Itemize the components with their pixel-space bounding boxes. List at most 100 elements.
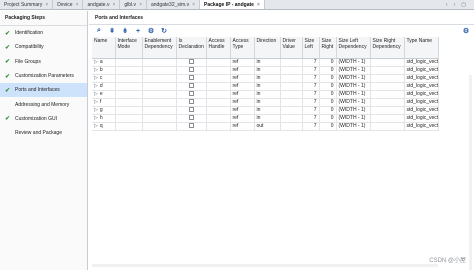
port-name-cell[interactable]: ▷ h [92, 114, 116, 123]
is-declaration-cell[interactable] [176, 90, 207, 99]
enablement-dependency-cell[interactable] [142, 66, 177, 75]
interface-mode-cell[interactable] [115, 82, 143, 91]
size-left-cell[interactable]: 7 [302, 58, 320, 67]
size-left-dependency-cell[interactable]: (WIDTH - 1) [336, 74, 371, 83]
driver-value-cell[interactable] [280, 98, 303, 107]
size-right-dependency-cell[interactable] [370, 106, 405, 115]
type-name-cell[interactable]: std_logic_vector [404, 82, 439, 91]
access-type-cell[interactable]: ref [230, 66, 255, 75]
size-right-cell[interactable]: 0 [319, 74, 337, 83]
size-right-dependency-cell[interactable] [370, 82, 405, 91]
port-name-cell[interactable]: ▷ a [92, 58, 116, 67]
driver-value-cell[interactable] [280, 114, 303, 123]
table-row[interactable]: ▷h ref in 7 0 (WIDTH - 1) std_logic_vector [92, 114, 439, 123]
is-declaration-checkbox[interactable] [188, 107, 194, 113]
access-handle-cell[interactable] [206, 74, 231, 83]
tab-glbl-v[interactable]: glbl.v × [120, 0, 147, 9]
size-right-cell[interactable]: 0 [319, 82, 337, 91]
is-declaration-checkbox[interactable] [188, 59, 194, 65]
size-right-cell[interactable]: 0 [319, 114, 337, 123]
port-name-cell[interactable]: ▷ d [92, 82, 116, 91]
access-handle-cell[interactable] [206, 58, 231, 67]
enablement-dependency-cell[interactable] [142, 82, 177, 91]
size-left-cell[interactable]: 7 [302, 106, 320, 115]
direction-cell[interactable]: in [254, 58, 281, 67]
size-left-dependency-cell[interactable]: (WIDTH - 1) [336, 58, 371, 67]
tab-package-ip[interactable]: Package IP - andgate × [200, 0, 265, 9]
driver-value-cell[interactable] [280, 58, 303, 67]
enablement-dependency-cell[interactable] [142, 114, 177, 123]
is-declaration-cell[interactable] [176, 114, 207, 123]
size-right-dependency-cell[interactable] [370, 66, 405, 75]
access-type-cell[interactable]: ref [230, 82, 255, 91]
column-header-size-left-dependency[interactable]: Size Left Dependency [336, 37, 371, 59]
table-row[interactable]: ▷e ref in 7 0 (WIDTH - 1) std_logic_vector [92, 90, 439, 99]
is-declaration-checkbox[interactable] [188, 83, 194, 89]
access-handle-cell[interactable] [206, 106, 231, 115]
table-row[interactable]: ▷a ref in 7 0 (WIDTH - 1) std_logic_vector [92, 58, 439, 67]
port-name-cell[interactable]: ▷ g [92, 106, 116, 115]
interface-mode-cell[interactable] [115, 98, 143, 107]
type-name-cell[interactable]: std_logic_vector [404, 114, 439, 123]
port-name-cell[interactable]: ▷ f [92, 98, 116, 107]
interface-mode-cell[interactable] [115, 58, 143, 67]
interface-mode-cell[interactable] [115, 122, 143, 131]
restore-icon[interactable]: ▢ [461, 2, 466, 8]
tab-device[interactable]: Device × [53, 0, 84, 9]
size-left-dependency-cell[interactable]: (WIDTH - 1) [336, 122, 371, 131]
type-name-cell[interactable]: std_logic_vector [404, 98, 439, 107]
direction-cell[interactable]: in [254, 90, 281, 99]
enablement-dependency-cell[interactable] [142, 106, 177, 115]
size-left-dependency-cell[interactable]: (WIDTH - 1) [336, 114, 371, 123]
size-right-cell[interactable]: 0 [319, 90, 337, 99]
access-handle-cell[interactable] [206, 66, 231, 75]
tab-project-summary[interactable]: Project Summary × [0, 0, 54, 9]
step-file-groups[interactable]: ✔ File Groups [0, 55, 87, 69]
size-right-dependency-cell[interactable] [370, 74, 405, 83]
step-addressing-and-memory[interactable]: ✔ Addressing and Memory [0, 97, 87, 111]
driver-value-cell[interactable] [280, 90, 303, 99]
size-right-cell[interactable]: 0 [319, 58, 337, 67]
interface-mode-cell[interactable] [115, 66, 143, 75]
size-left-cell[interactable]: 7 [302, 82, 320, 91]
vertical-scrollbar[interactable] [469, 75, 472, 270]
chevron-right-icon[interactable]: › [454, 2, 456, 8]
column-header-size-right-dependency[interactable]: Size Right Dependency [370, 37, 405, 59]
access-handle-cell[interactable] [206, 98, 231, 107]
enablement-dependency-cell[interactable] [142, 58, 177, 67]
table-row[interactable]: ▷g ref in 7 0 (WIDTH - 1) std_logic_vector [92, 106, 439, 115]
access-type-cell[interactable]: ref [230, 58, 255, 67]
direction-cell[interactable]: in [254, 98, 281, 107]
is-declaration-cell[interactable] [176, 98, 207, 107]
search-icon[interactable]: ⌕ [95, 27, 103, 35]
size-right-cell[interactable]: 0 [319, 98, 337, 107]
column-header-access-type[interactable]: Access Type [230, 37, 255, 59]
driver-value-cell[interactable] [280, 66, 303, 75]
size-left-dependency-cell[interactable]: (WIDTH - 1) [336, 106, 371, 115]
size-left-dependency-cell[interactable]: (WIDTH - 1) [336, 66, 371, 75]
column-header-type-name[interactable]: Type Name [404, 37, 439, 59]
type-name-cell[interactable]: std_logic_vector [404, 74, 439, 83]
driver-value-cell[interactable] [280, 106, 303, 115]
table-row[interactable]: ▷q ref out 7 0 (WIDTH - 1) std_logic_vector [92, 122, 439, 131]
table-row[interactable]: ▷c ref in 7 0 (WIDTH - 1) std_logic_vector [92, 74, 439, 83]
is-declaration-checkbox[interactable] [188, 91, 194, 97]
enablement-dependency-cell[interactable] [142, 122, 177, 131]
access-type-cell[interactable]: ref [230, 90, 255, 99]
size-left-cell[interactable]: 7 [302, 66, 320, 75]
size-right-dependency-cell[interactable] [370, 122, 405, 131]
chevron-left-icon[interactable]: ‹ [446, 2, 448, 8]
column-header-size-right[interactable]: Size Right [319, 37, 337, 59]
size-left-cell[interactable]: 7 [302, 90, 320, 99]
is-declaration-cell[interactable] [176, 58, 207, 67]
direction-cell[interactable]: in [254, 82, 281, 91]
close-icon[interactable]: × [45, 2, 48, 8]
driver-value-cell[interactable] [280, 122, 303, 131]
is-declaration-cell[interactable] [176, 66, 207, 75]
is-declaration-checkbox[interactable] [188, 99, 194, 105]
access-handle-cell[interactable] [206, 122, 231, 131]
size-left-cell[interactable]: 7 [302, 74, 320, 83]
access-handle-cell[interactable] [206, 114, 231, 123]
column-header-is-declaration[interactable]: Is Declaration [176, 37, 207, 59]
is-declaration-cell[interactable] [176, 122, 207, 131]
